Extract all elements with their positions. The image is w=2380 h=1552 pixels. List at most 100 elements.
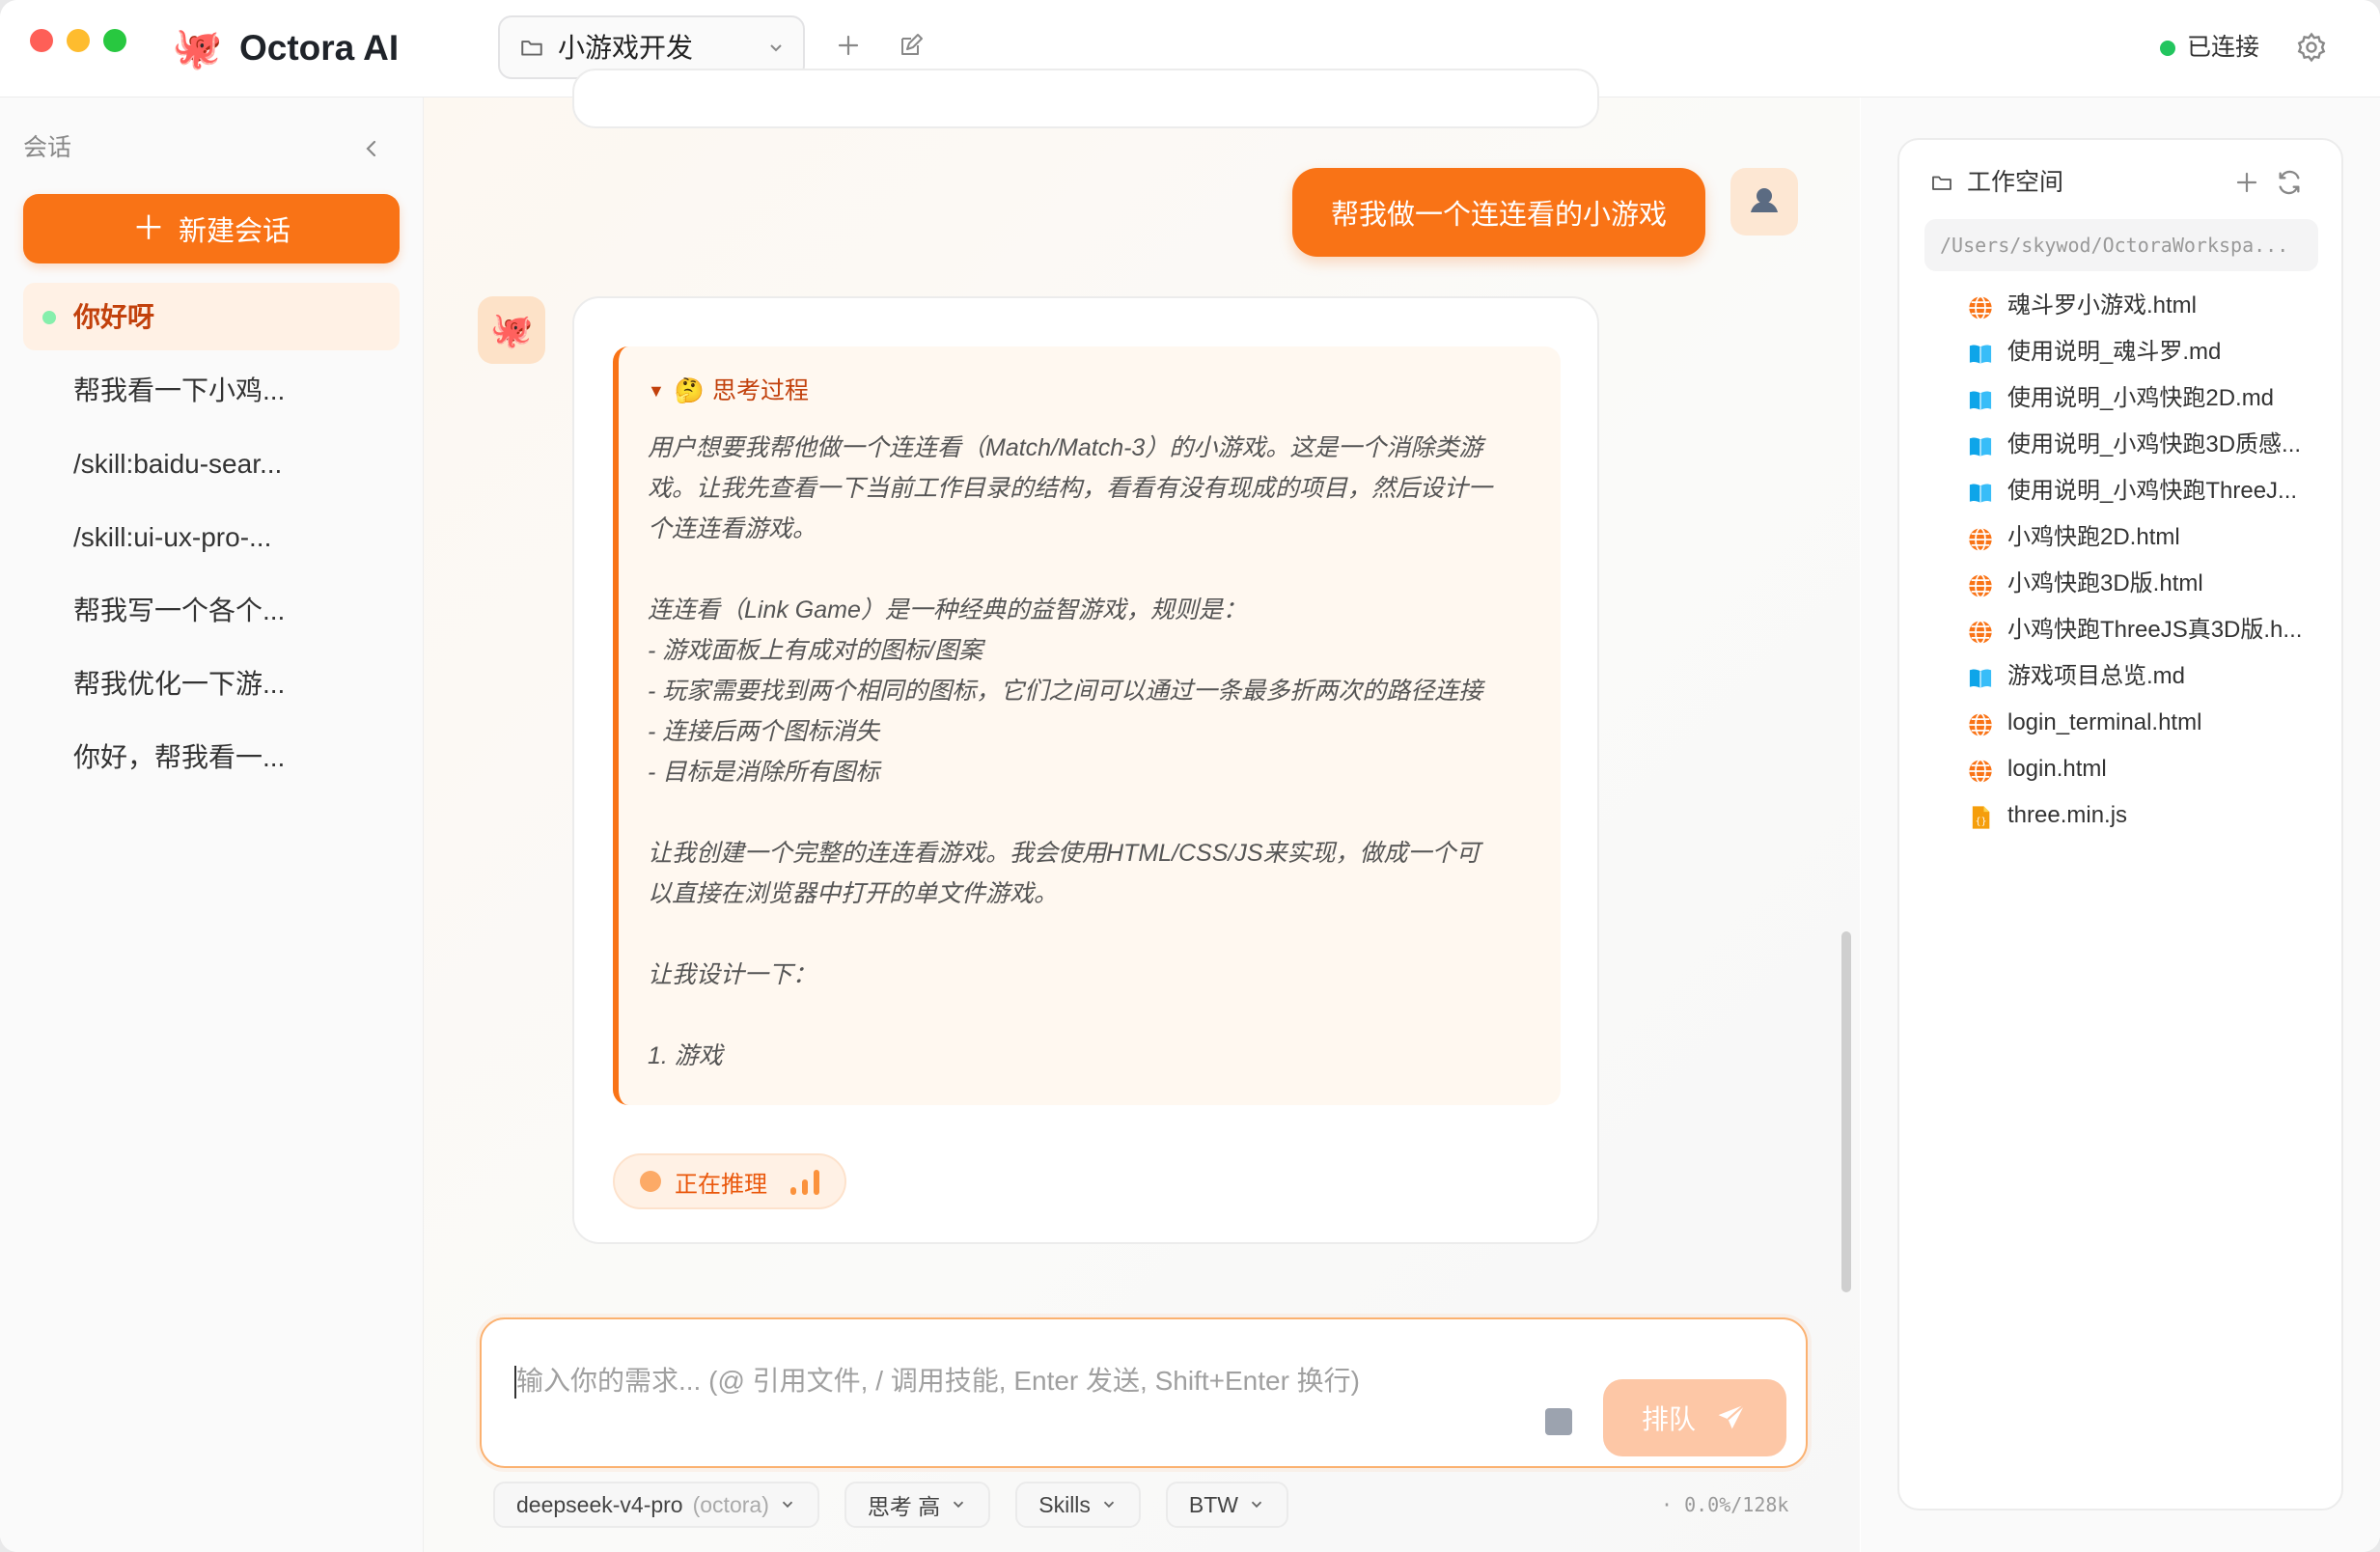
chevron-down-icon: [1251, 1501, 1262, 1509]
file-name: 魂斗罗小游戏.html: [2007, 292, 2198, 319]
active-indicator-dot: [42, 311, 56, 324]
queue-send-button[interactable]: 排队: [1603, 1379, 1786, 1456]
close-window-button[interactable]: [30, 29, 53, 52]
file-item[interactable]: 小鸡快跑3D版.html: [1899, 561, 2345, 607]
thinking-line: 用户想要我帮他做一个连连看（Match/Match-3）的小游戏。这是一个消除类…: [648, 434, 1483, 461]
book-icon: [1967, 480, 1994, 507]
file-item[interactable]: login.html: [1899, 746, 2345, 792]
caret-down-icon: ▼: [648, 381, 665, 401]
chat-item[interactable]: 帮我看一下小鸡...: [23, 356, 400, 424]
chevron-down-icon: [782, 1501, 792, 1509]
btw-selector[interactable]: BTW: [1165, 1482, 1289, 1528]
file-item[interactable]: 小鸡快跑2D.html: [1899, 514, 2345, 561]
book-icon: [1967, 387, 1994, 414]
file-name: 小鸡快跑3D版.html: [2007, 570, 2203, 596]
book-icon: [1967, 665, 1994, 692]
thinking-level-label: 思考 高: [867, 1494, 941, 1519]
chat-scrollbar[interactable]: [1841, 931, 1851, 1292]
thinking-line: [648, 914, 1545, 955]
settings-gear-icon[interactable]: [2295, 31, 2328, 64]
octopus-icon: 🐙: [489, 310, 534, 349]
session-sidebar: 会话 ＋ 新建会话 你好呀 帮我看一下小鸡... /skill:baidu-se…: [0, 97, 424, 1552]
file-item[interactable]: 小鸡快跑ThreeJS真3D版.h...: [1899, 607, 2345, 653]
skills-label: Skills: [1038, 1491, 1091, 1517]
file-item[interactable]: 使用说明_小鸡快跑3D质感...: [1899, 422, 2345, 468]
file-item[interactable]: {} three.min.js: [1899, 792, 2345, 839]
workspace-pane: 工作空间 /Users/skywod/OctoraWorkspa... 魂斗罗小…: [1861, 97, 2380, 1552]
assistant-avatar: 🐙: [478, 296, 545, 364]
new-chat-button[interactable]: ＋ 新建会话: [23, 194, 400, 263]
connection-status: 已连接: [2187, 34, 2260, 61]
chat-item[interactable]: /skill:baidu-sear...: [23, 430, 400, 497]
file-name: 使用说明_魂斗罗.md: [2007, 339, 2222, 365]
book-icon: [1967, 433, 1994, 460]
file-item[interactable]: 使用说明_小鸡快跑ThreeJ...: [1899, 468, 2345, 514]
file-item[interactable]: login_terminal.html: [1899, 700, 2345, 746]
message-composer[interactable]: 输入你的需求... (@ 引用文件, / 调用技能, Enter 发送, Shi…: [480, 1317, 1808, 1468]
chat-item[interactable]: 帮我写一个各个...: [23, 576, 400, 644]
file-name: 使用说明_小鸡快跑3D质感...: [2007, 431, 2302, 457]
file-name: three.min.js: [2007, 802, 2128, 828]
svg-text:{}: {}: [1976, 817, 1987, 827]
workspace-card: 工作空间 /Users/skywod/OctoraWorkspa... 魂斗罗小…: [1897, 138, 2343, 1510]
folder-icon: [521, 41, 542, 56]
file-name: login.html: [2007, 756, 2107, 782]
globe-icon: [1967, 711, 1994, 738]
collapse-sidebar-button[interactable]: [357, 134, 386, 163]
thinking-line: 戏。让我先查看一下当前工作目录的结构，看看有没有现成的项目，然后设计一: [648, 475, 1493, 502]
file-item[interactable]: 使用说明_小鸡快跑2D.md: [1899, 375, 2345, 422]
reasoning-status-label: 正在推理: [675, 1171, 767, 1198]
thinking-line: 个连连看游戏。: [648, 515, 817, 542]
thinking-line: - 连接后两个图标消失: [648, 718, 880, 745]
thinking-title: 思考过程: [711, 377, 809, 404]
file-name: 小鸡快跑ThreeJS真3D版.h...: [2007, 617, 2303, 643]
skills-selector[interactable]: Skills: [1015, 1482, 1141, 1528]
globe-icon: [1967, 572, 1994, 599]
btw-label: BTW: [1188, 1491, 1239, 1517]
chat-list: 你好呀 帮我看一下小鸡... /skill:baidu-sear... /ski…: [23, 283, 400, 796]
workspace-title: 工作空间: [1967, 169, 2064, 196]
file-name: 小鸡快跑2D.html: [2007, 524, 2180, 550]
thinking-panel[interactable]: ▼ 🤔 思考过程 用户想要我帮他做一个连连看（Match/Match-3）的小游戏。…: [613, 346, 1561, 1105]
connection-status-dot: [2160, 41, 2175, 56]
add-file-button[interactable]: [2233, 169, 2260, 196]
stop-button[interactable]: [1545, 1408, 1572, 1435]
chat-item-label: 帮我优化一下游...: [73, 669, 286, 699]
user-avatar: [1730, 168, 1798, 236]
file-item[interactable]: 游戏项目总览.md: [1899, 653, 2345, 700]
file-list: 魂斗罗小游戏.html 使用说明_魂斗罗.md 使用说明_小鸡快跑2D.md 使用说明…: [1899, 283, 2345, 839]
thinking-line: [648, 549, 1545, 590]
thinking-line: 让我设计一下：: [648, 961, 817, 988]
model-provider: (octora): [692, 1491, 769, 1517]
thinking-line: [648, 792, 1545, 833]
chat-item[interactable]: 你好呀: [23, 283, 400, 350]
thinking-level-selector[interactable]: 思考 高: [844, 1482, 991, 1528]
paper-plane-icon: [1718, 1403, 1746, 1429]
composer-placeholder: 输入你的需求... (@ 引用文件, / 调用技能, Enter 发送, Shi…: [516, 1366, 1360, 1396]
octopus-icon: 🐙: [172, 25, 223, 70]
new-project-button[interactable]: [832, 29, 865, 62]
thinking-line: 以直接在浏览器中打开的单文件游戏。: [648, 880, 1059, 907]
composer-toolbar: deepseek-v4-pro (octora) 思考 高 Skills BTW: [493, 1482, 1289, 1528]
globe-icon: [1967, 619, 1994, 646]
chat-item[interactable]: /skill:ui-ux-pro-...: [23, 503, 400, 570]
zoom-window-button[interactable]: [103, 29, 126, 52]
file-item[interactable]: 魂斗罗小游戏.html: [1899, 283, 2345, 329]
edit-project-button[interactable]: [894, 29, 927, 62]
minimize-window-button[interactable]: [67, 29, 90, 52]
chat-panel: 帮我做一个连连看的小游戏 🐙 ▼ 🤔 思考过程 用户想要我帮他做一个连连看（Matc…: [424, 69, 1860, 1552]
model-selector[interactable]: deepseek-v4-pro (octora): [493, 1482, 819, 1528]
globe-icon: [1967, 758, 1994, 785]
book-icon: [1967, 341, 1994, 368]
file-name: login_terminal.html: [2007, 709, 2202, 735]
file-item[interactable]: 使用说明_魂斗罗.md: [1899, 329, 2345, 375]
pulse-dot-icon: [640, 1171, 661, 1192]
chevron-down-icon: [1103, 1501, 1115, 1509]
workspace-header: 工作空间: [1930, 165, 2063, 200]
chat-item[interactable]: 你好，帮我看一...: [23, 723, 400, 790]
chat-item[interactable]: 帮我优化一下游...: [23, 650, 400, 717]
chat-item-label: 帮我写一个各个...: [73, 596, 286, 625]
thinking-line: 连连看（Link Game）是一种经典的益智游戏，规则是：: [648, 596, 1247, 624]
refresh-icon[interactable]: [2276, 169, 2303, 196]
thinking-header[interactable]: ▼ 🤔 思考过程: [648, 374, 809, 410]
